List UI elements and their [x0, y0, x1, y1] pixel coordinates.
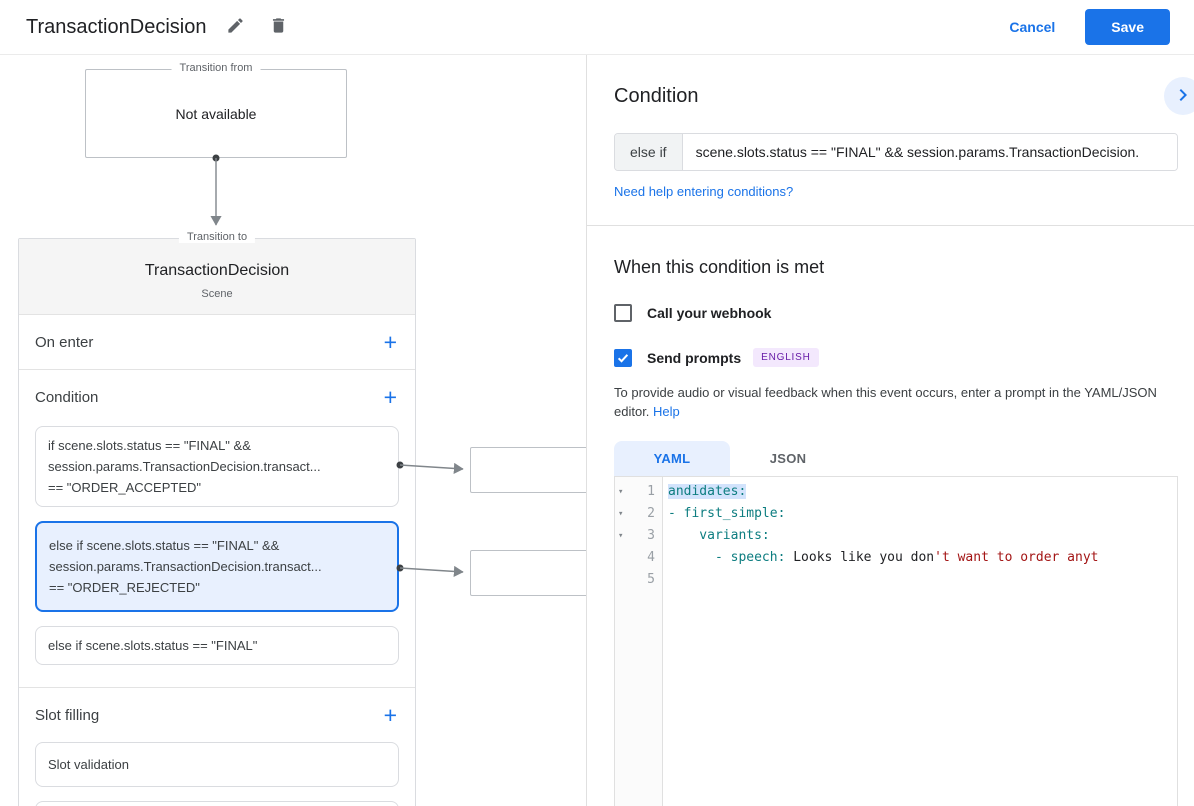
scene-type-label: Scene: [201, 288, 233, 300]
send-prompts-row: Send prompts ENGLISH: [614, 348, 1178, 367]
editor-code-line[interactable]: - first_simple:: [668, 503, 1177, 525]
webhook-checkbox[interactable]: [614, 304, 632, 322]
slot-card-list: Slot validation: [19, 742, 415, 787]
when-condition-met-title: When this condition is met: [614, 257, 825, 277]
topbar: TransactionDecision Cancel Save: [0, 0, 1194, 55]
condition-section-header: Condition +: [19, 370, 415, 424]
condition-section: Condition + if scene.slots.status == "FI…: [19, 369, 415, 687]
panel-divider: [587, 225, 1194, 226]
pencil-icon: [226, 16, 245, 38]
yaml-editor[interactable]: ▾ 1 ▾ 2 ▾ 3 4 5 andidates: - first_simple: varia…: [614, 475, 1178, 806]
transition-target-box-1[interactable]: [470, 447, 600, 493]
panel-title: Condition: [614, 85, 699, 107]
webhook-label: Call your webhook: [647, 305, 772, 321]
transition-target-box-2[interactable]: [470, 550, 600, 596]
on-enter-label: On enter: [35, 333, 94, 351]
delete-scene-button[interactable]: [265, 12, 292, 42]
webhook-row: Call your webhook: [614, 304, 1178, 322]
checkmark-icon: [617, 353, 629, 363]
send-prompts-label: Send prompts: [647, 349, 742, 366]
condition-editor-panel: Condition else if Need help entering con…: [586, 55, 1194, 806]
editor-line-number: 5: [647, 572, 655, 588]
add-on-enter-button[interactable]: +: [382, 330, 399, 354]
code-token: - speech:: [668, 549, 786, 565]
add-condition-button[interactable]: +: [382, 385, 399, 409]
condition-card[interactable]: else if scene.slots.status == "FINAL": [35, 626, 399, 665]
page-title: TransactionDecision: [26, 15, 207, 38]
editor-code-area[interactable]: andidates: - first_simple: variants: - sp…: [663, 477, 1177, 806]
editor-line-number: 4: [647, 550, 655, 566]
send-prompts-checkbox[interactable]: [614, 348, 632, 367]
code-token: variants:: [668, 527, 770, 543]
main-area: Transition from Not available Transition…: [0, 55, 1194, 806]
help-link[interactable]: Help: [653, 404, 680, 419]
condition-card[interactable]: if scene.slots.status == "FINAL" && sess…: [35, 426, 399, 507]
transition-to-label: Transition to: [178, 231, 256, 243]
collapse-panel-button[interactable]: [1164, 77, 1194, 115]
partial-card: [35, 801, 399, 806]
fold-arrow-icon[interactable]: ▾: [618, 509, 623, 519]
code-token: 't want to order anyt: [934, 549, 1099, 565]
trash-icon: [269, 16, 288, 38]
editor-line-number: ▾ 1: [618, 484, 655, 500]
cancel-button[interactable]: Cancel: [1009, 19, 1055, 35]
app-root: TransactionDecision Cancel Save Transiti…: [0, 0, 1194, 806]
editor-line-number: ▾ 3: [618, 528, 655, 544]
save-button[interactable]: Save: [1085, 9, 1170, 45]
editor-tabs: YAML JSON: [614, 440, 1178, 476]
condition-card-list: if scene.slots.status == "FINAL" && sess…: [19, 426, 415, 687]
language-badge: ENGLISH: [753, 348, 819, 367]
slot-filling-section: Slot filling + Slot validation: [19, 687, 415, 806]
condition-expression-row: else if: [614, 133, 1178, 171]
editor-code-line[interactable]: [668, 569, 1177, 591]
condition-expression-input[interactable]: [682, 134, 1177, 170]
fold-arrow-icon[interactable]: ▾: [618, 531, 623, 541]
condition-prefix-chip: else if: [615, 134, 683, 170]
condition-card[interactable]: else if scene.slots.status == "FINAL" &&…: [35, 521, 399, 612]
tab-yaml[interactable]: YAML: [614, 440, 730, 476]
condition-section-label: Condition: [35, 388, 99, 406]
transition-from-label: Transition from: [171, 62, 261, 74]
transition-from-box[interactable]: Transition from Not available: [85, 62, 347, 158]
editor-code-line[interactable]: andidates:: [668, 481, 1177, 503]
chevron-right-icon: [1171, 83, 1194, 110]
on-enter-section-header: On enter +: [19, 315, 415, 369]
prompt-description-text: To provide audio or visual feedback when…: [614, 385, 1157, 419]
edit-title-button[interactable]: [222, 12, 249, 42]
code-token: Looks like you don: [785, 549, 935, 565]
slot-validation-card[interactable]: Slot validation: [35, 742, 399, 787]
slot-filling-section-header: Slot filling +: [19, 688, 415, 742]
scene-card-header[interactable]: TransactionDecision Scene: [19, 239, 415, 315]
tab-json[interactable]: JSON: [730, 441, 846, 476]
conditions-help-link[interactable]: Need help entering conditions?: [614, 184, 793, 199]
scene-name: TransactionDecision: [144, 262, 290, 279]
editor-gutter: ▾ 1 ▾ 2 ▾ 3 4 5: [615, 476, 663, 806]
code-token: - first_simple:: [668, 505, 786, 521]
fold-arrow-icon[interactable]: ▾: [618, 487, 623, 497]
editor-code-line[interactable]: - speech: Looks like you don't want to o…: [668, 547, 1177, 569]
scene-card: Transition to TransactionDecision Scene …: [18, 231, 416, 806]
code-token: andidates:: [668, 483, 747, 499]
transition-from-content: Not available: [175, 105, 257, 122]
prompt-description: To provide audio or visual feedback when…: [614, 384, 1174, 422]
editor-line-number: ▾ 2: [618, 506, 655, 522]
editor-code-line[interactable]: variants:: [668, 525, 1177, 547]
add-slot-button[interactable]: +: [382, 703, 399, 727]
slot-filling-label: Slot filling: [35, 706, 100, 724]
